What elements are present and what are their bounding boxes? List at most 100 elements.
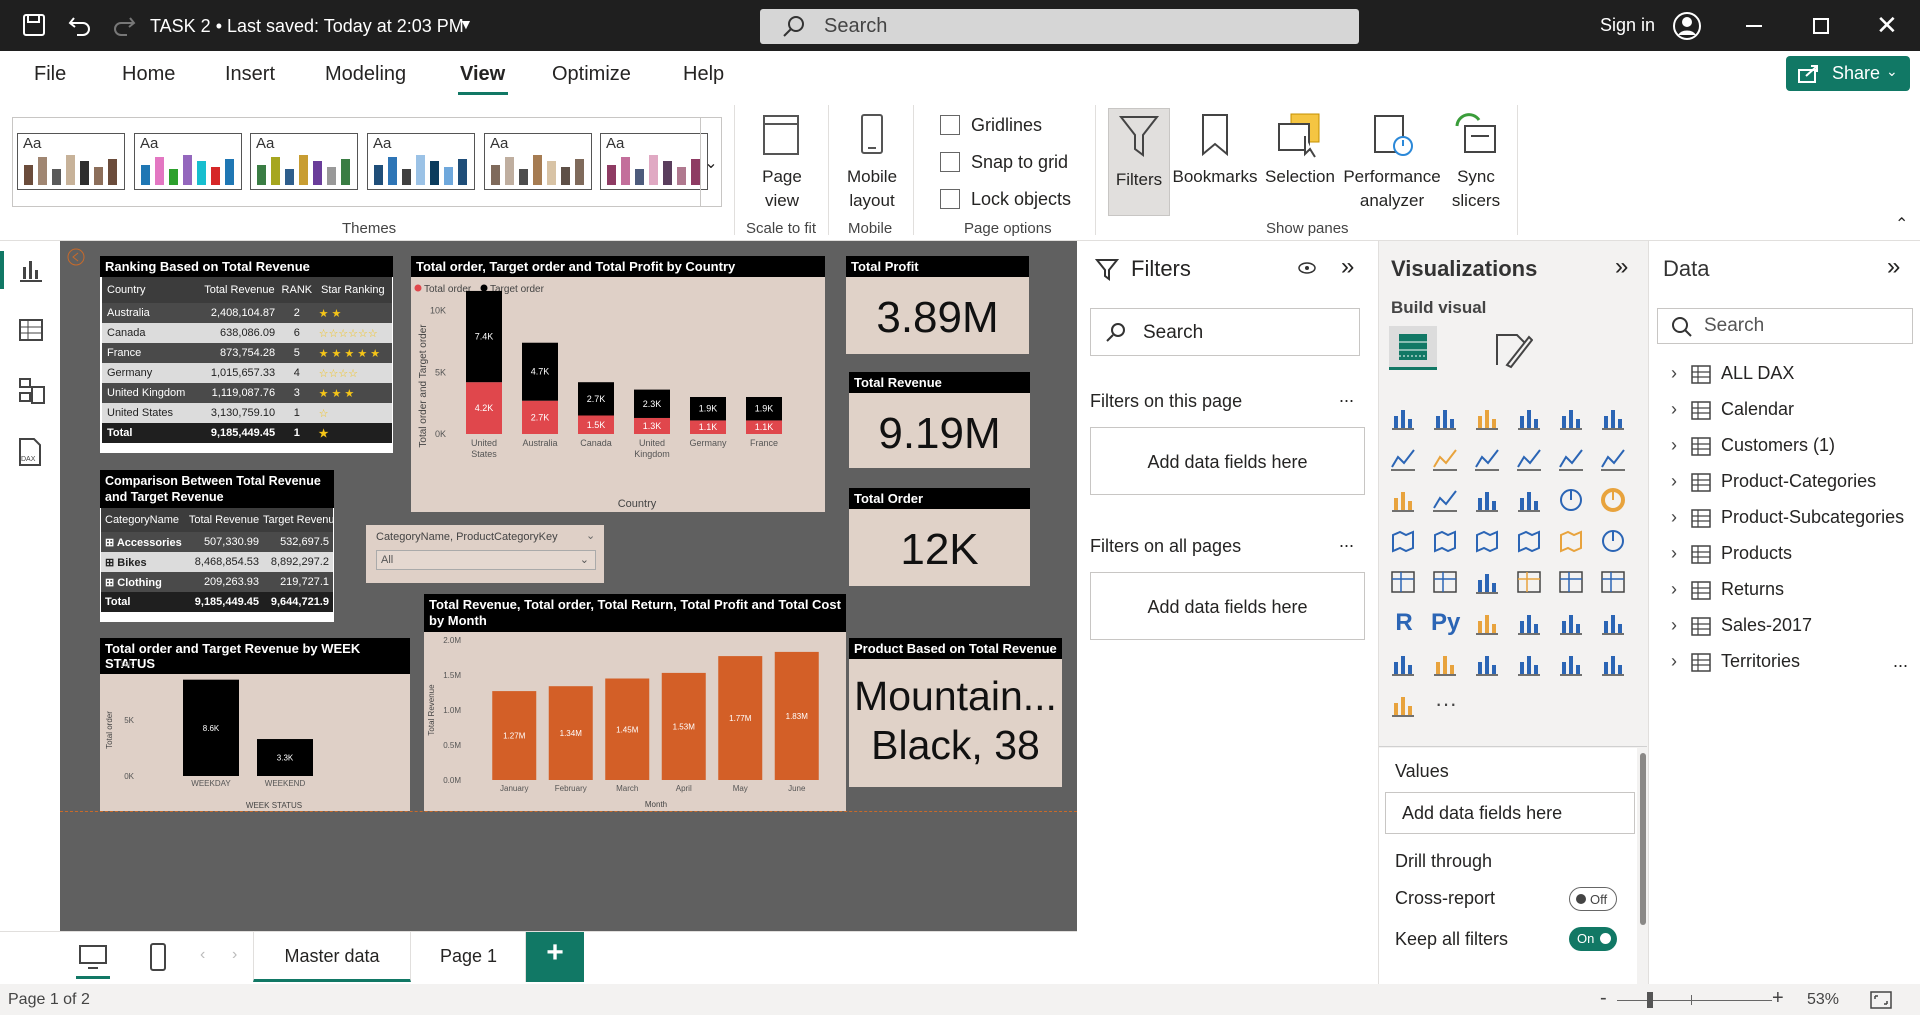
filters-search-input[interactable]: Search bbox=[1090, 308, 1360, 356]
chevron-right-icon[interactable]: › bbox=[1671, 435, 1677, 456]
data-table-item[interactable]: › ALL DAX bbox=[1649, 359, 1920, 391]
table-row[interactable]: ⊞ Clothing 209,263.93 219,727.1 bbox=[101, 572, 333, 592]
undo-icon[interactable] bbox=[68, 14, 92, 36]
table-total-row[interactable]: Total 9,185,449.45 9,644,721.9 bbox=[101, 592, 333, 612]
shape-map-icon[interactable] bbox=[1515, 527, 1545, 557]
paginated-report-icon[interactable] bbox=[1431, 650, 1461, 680]
arcgis-icon[interactable] bbox=[1557, 650, 1587, 680]
narrative-icon[interactable] bbox=[1389, 691, 1419, 721]
line-column-chart-icon[interactable] bbox=[1557, 445, 1587, 475]
slicer-dropdown[interactable]: All ⌄ bbox=[376, 550, 596, 570]
pie-chart-icon[interactable] bbox=[1557, 486, 1587, 516]
more-options-icon[interactable]: ... bbox=[1339, 531, 1354, 552]
collapse-visualizations-icon[interactable]: » bbox=[1615, 253, 1628, 281]
table-row[interactable]: Canada 638,086.09 6 ☆☆☆☆☆☆ bbox=[102, 323, 392, 343]
scrollbar[interactable] bbox=[1640, 753, 1646, 925]
data-search-input[interactable]: Search bbox=[1657, 308, 1913, 344]
smart-narrative-icon[interactable] bbox=[1599, 609, 1629, 639]
model-view-icon[interactable] bbox=[18, 377, 46, 405]
multi-row-card-icon[interactable] bbox=[1431, 568, 1461, 598]
data-table-item[interactable]: › Territories bbox=[1649, 647, 1920, 679]
chevron-right-icon[interactable]: › bbox=[1671, 363, 1677, 384]
table-row[interactable]: United States 3,130,759.10 1 ☆ bbox=[102, 403, 392, 423]
power-automate-icon[interactable] bbox=[1515, 650, 1545, 680]
user-avatar-icon[interactable] bbox=[1672, 11, 1702, 41]
sync-slicers-button[interactable]: Sync slicers bbox=[1446, 112, 1506, 213]
gauge-icon[interactable] bbox=[1599, 527, 1629, 557]
filled-map-icon[interactable] bbox=[1473, 527, 1503, 557]
data-table-item[interactable]: › Product-Subcategories bbox=[1649, 503, 1920, 535]
theme-thumbnail[interactable]: Aa bbox=[600, 133, 708, 190]
more-options-icon[interactable]: ... bbox=[1339, 386, 1354, 407]
more-visuals-icon[interactable] bbox=[1599, 650, 1629, 680]
r-visual-icon[interactable]: R bbox=[1389, 609, 1419, 639]
chevron-right-icon[interactable]: › bbox=[1671, 615, 1677, 636]
product-card[interactable]: Product Based on Total Revenue Mountain.… bbox=[849, 638, 1062, 787]
theme-thumbnail[interactable]: Aa bbox=[484, 133, 592, 190]
collapse-filters-icon[interactable]: » bbox=[1341, 253, 1354, 281]
data-table-item[interactable]: › Sales-2017 bbox=[1649, 611, 1920, 643]
theme-thumbnail[interactable]: Aa bbox=[367, 133, 475, 190]
kpi-icon[interactable] bbox=[1473, 568, 1503, 598]
table-row[interactable]: France 873,754.28 5 ★ ★ ★ ★ ★ bbox=[102, 343, 392, 363]
filters-pane-button[interactable]: Filters bbox=[1108, 108, 1170, 216]
theme-thumbnail[interactable]: Aa bbox=[17, 133, 125, 190]
table-row[interactable]: United Kingdom 1,119,087.76 3 ★ ★ ★ bbox=[102, 383, 392, 403]
scatter-chart-icon[interactable] bbox=[1515, 486, 1545, 516]
next-page-icon[interactable]: › bbox=[232, 946, 237, 964]
menu-help[interactable]: Help bbox=[683, 63, 724, 86]
data-table-item[interactable]: › Product-Categories bbox=[1649, 467, 1920, 499]
stacked-column-chart-icon[interactable] bbox=[1431, 404, 1461, 434]
snap-to-grid-checkbox[interactable] bbox=[940, 152, 960, 172]
eye-icon[interactable] bbox=[1297, 261, 1317, 275]
chevron-right-icon[interactable]: › bbox=[1671, 399, 1677, 420]
values-dropzone[interactable]: Add data fields here bbox=[1385, 792, 1635, 834]
menu-file[interactable]: File bbox=[34, 63, 66, 86]
menu-optimize[interactable]: Optimize bbox=[552, 63, 631, 86]
stacked-area-chart-icon[interactable] bbox=[1473, 445, 1503, 475]
cross-report-toggle[interactable]: Off bbox=[1569, 887, 1617, 911]
zoom-out-button[interactable]: - bbox=[1600, 987, 1607, 1010]
data-table-item[interactable]: › Products bbox=[1649, 539, 1920, 571]
search-box[interactable]: Search bbox=[760, 9, 1359, 44]
decomposition-tree-icon[interactable] bbox=[1515, 609, 1545, 639]
clustered-bar-chart-icon[interactable] bbox=[1473, 404, 1503, 434]
table-total-row[interactable]: Total 9,185,449.45 1 ★ bbox=[102, 423, 392, 443]
table-row[interactable]: Germany 1,015,657.33 4 ☆☆☆☆ bbox=[102, 363, 392, 383]
mobile-view-icon[interactable] bbox=[148, 942, 168, 972]
funnel-chart-icon[interactable] bbox=[1473, 486, 1503, 516]
more-options-icon[interactable]: ... bbox=[1893, 651, 1908, 672]
zoom-slider-thumb[interactable] bbox=[1647, 992, 1653, 1008]
page-filters-dropzone[interactable]: Add data fields here bbox=[1090, 427, 1365, 495]
fit-to-page-icon[interactable] bbox=[1870, 991, 1892, 1009]
table-row[interactable]: ⊞ Accessories 507,330.99 532,697.5 bbox=[101, 532, 333, 552]
donut-chart-icon[interactable] bbox=[1599, 486, 1629, 516]
month-chart-visual[interactable]: Total Revenue, Total order, Total Return… bbox=[424, 594, 846, 811]
build-visual-tab[interactable] bbox=[1389, 326, 1437, 370]
maximize-icon[interactable] bbox=[1813, 18, 1829, 34]
add-page-button[interactable]: + bbox=[526, 932, 584, 982]
card-icon[interactable] bbox=[1389, 568, 1419, 598]
waterfall-chart-icon[interactable] bbox=[1389, 486, 1419, 516]
table-view-icon[interactable] bbox=[18, 317, 44, 343]
column-header[interactable]: Star Ranking bbox=[314, 277, 392, 303]
map-icon[interactable] bbox=[1431, 527, 1461, 557]
column-ribbon-icon[interactable] bbox=[1431, 486, 1461, 516]
key-influencers-icon[interactable] bbox=[1473, 609, 1503, 639]
column-header[interactable]: RANK bbox=[280, 277, 313, 303]
gridlines-checkbox[interactable] bbox=[940, 115, 960, 135]
table-row[interactable]: Australia 2,408,104.87 2 ★ ★ bbox=[102, 303, 392, 323]
zoom-slider[interactable] bbox=[1617, 1000, 1772, 1001]
100-column-chart-icon[interactable] bbox=[1599, 404, 1629, 434]
total-profit-card[interactable]: Total Profit 3.89M bbox=[846, 256, 1029, 354]
column-header[interactable]: Total Revenue bbox=[199, 277, 280, 303]
desktop-layout-icon[interactable] bbox=[78, 944, 108, 970]
week-chart-visual[interactable]: Total order and Target Revenue by WEEK S… bbox=[100, 638, 410, 811]
matrix-icon[interactable] bbox=[1599, 568, 1629, 598]
close-icon[interactable]: ✕ bbox=[1876, 10, 1898, 41]
table-row[interactable]: ⊞ Bikes 8,468,854.53 8,892,297.2 bbox=[101, 552, 333, 572]
zoom-in-button[interactable]: + bbox=[1772, 987, 1784, 1010]
column-header[interactable]: Total Revenue bbox=[185, 508, 263, 532]
themes-expand-button[interactable]: ⌄ bbox=[700, 118, 721, 206]
keep-all-filters-toggle[interactable]: On bbox=[1569, 927, 1617, 951]
